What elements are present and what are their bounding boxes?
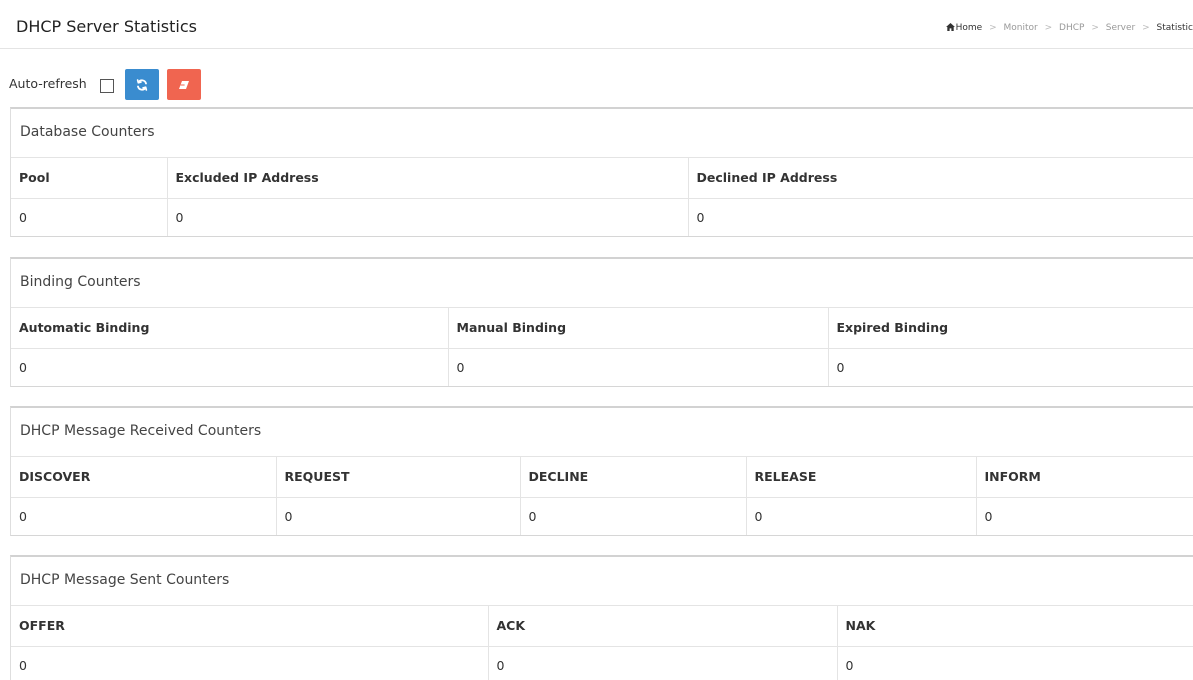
column-header-excluded-ip: Excluded IP Address — [167, 158, 689, 199]
breadcrumb: Home > Monitor > DHCP > Server > Statist… — [945, 23, 1193, 33]
manual-binding-value: 0 — [448, 348, 829, 386]
table-row: 0 0 0 — [11, 348, 1193, 386]
column-header-discover: DISCOVER — [11, 457, 277, 498]
clear-button[interactable] — [167, 69, 201, 100]
column-header-automatic-binding: Automatic Binding — [11, 308, 449, 349]
database-counters-title: Database Counters — [11, 109, 1193, 158]
offer-value: 0 — [11, 646, 489, 680]
column-header-ack: ACK — [488, 606, 838, 647]
table-header-row: Automatic Binding Manual Binding Expired… — [11, 308, 1193, 349]
column-header-release: RELEASE — [746, 457, 977, 498]
breadcrumb-home[interactable]: Home — [945, 23, 985, 33]
breadcrumb-separator: > — [1142, 23, 1150, 33]
eraser-icon — [179, 80, 189, 89]
breadcrumb-separator: > — [1044, 23, 1053, 33]
page-header: DHCP Server Statistics Home > Monitor > … — [0, 0, 1193, 49]
nak-value: 0 — [845, 657, 854, 673]
release-value: 0 — [746, 497, 977, 535]
request-value: 0 — [276, 497, 521, 535]
sent-counters-title: DHCP Message Sent Counters — [11, 557, 1193, 606]
column-header-manual-binding: Manual Binding — [448, 308, 829, 349]
table-row: 0 0 0 — [11, 646, 1193, 680]
breadcrumb-current: Statistic — [1156, 23, 1193, 33]
breadcrumb-item-monitor[interactable]: Monitor — [1004, 23, 1038, 33]
column-header-pool: Pool — [11, 158, 168, 199]
inform-value: 0 — [984, 508, 993, 524]
breadcrumb-separator: > — [989, 23, 997, 33]
refresh-button[interactable] — [125, 69, 159, 100]
database-counters-panel: Database Counters Pool Excluded IP Addre… — [10, 107, 1193, 237]
table-header-row: Pool Excluded IP Address Declined IP Add… — [11, 158, 1193, 199]
table-row: 0 0 0 0 0 — [11, 497, 1193, 535]
binding-counters-title: Binding Counters — [11, 259, 1193, 308]
ack-value: 0 — [488, 646, 838, 680]
expired-binding-value: 0 — [836, 359, 845, 375]
received-counters-panel: DHCP Message Received Counters DISCOVER … — [10, 406, 1193, 536]
auto-refresh-label: Auto-refresh — [9, 76, 87, 91]
declined-ip-value: 0 — [696, 209, 705, 225]
table-header-row: DISCOVER REQUEST DECLINE RELEASE INFORM — [11, 457, 1193, 498]
received-counters-title: DHCP Message Received Counters — [11, 408, 1193, 457]
table-header-row: OFFER ACK NAK — [11, 606, 1193, 647]
decline-value: 0 — [520, 497, 747, 535]
sent-counters-panel: DHCP Message Sent Counters OFFER ACK NAK… — [10, 555, 1193, 680]
home-icon — [945, 23, 955, 31]
column-header-nak: NAK — [837, 606, 1193, 647]
discover-value: 0 — [11, 497, 277, 535]
breadcrumb-item-dhcp[interactable]: DHCP — [1059, 23, 1084, 33]
column-header-offer: OFFER — [11, 606, 489, 647]
sent-counters-table: OFFER ACK NAK 0 0 0 — [11, 606, 1193, 680]
binding-counters-table: Automatic Binding Manual Binding Expired… — [11, 308, 1193, 386]
received-counters-table: DISCOVER REQUEST DECLINE RELEASE INFORM … — [11, 457, 1193, 535]
pool-value: 0 — [11, 198, 168, 236]
breadcrumb-home-label: Home — [955, 23, 983, 33]
database-counters-table: Pool Excluded IP Address Declined IP Add… — [11, 158, 1193, 236]
column-header-declined-ip: Declined IP Address — [688, 158, 1193, 199]
auto-refresh-checkbox[interactable] — [100, 79, 114, 93]
column-header-decline: DECLINE — [520, 457, 747, 498]
binding-counters-panel: Binding Counters Automatic Binding Manua… — [10, 257, 1193, 387]
excluded-ip-value: 0 — [167, 198, 689, 236]
column-header-request: REQUEST — [276, 457, 521, 498]
column-header-inform: INFORM — [976, 457, 1193, 498]
breadcrumb-separator: > — [1091, 23, 1099, 33]
breadcrumb-item-server[interactable]: Server — [1106, 23, 1136, 33]
column-header-expired-binding: Expired Binding — [828, 308, 1193, 349]
table-row: 0 0 0 — [11, 198, 1193, 236]
page-title: DHCP Server Statistics — [16, 17, 197, 36]
automatic-binding-value: 0 — [11, 348, 449, 386]
refresh-icon — [136, 78, 148, 91]
